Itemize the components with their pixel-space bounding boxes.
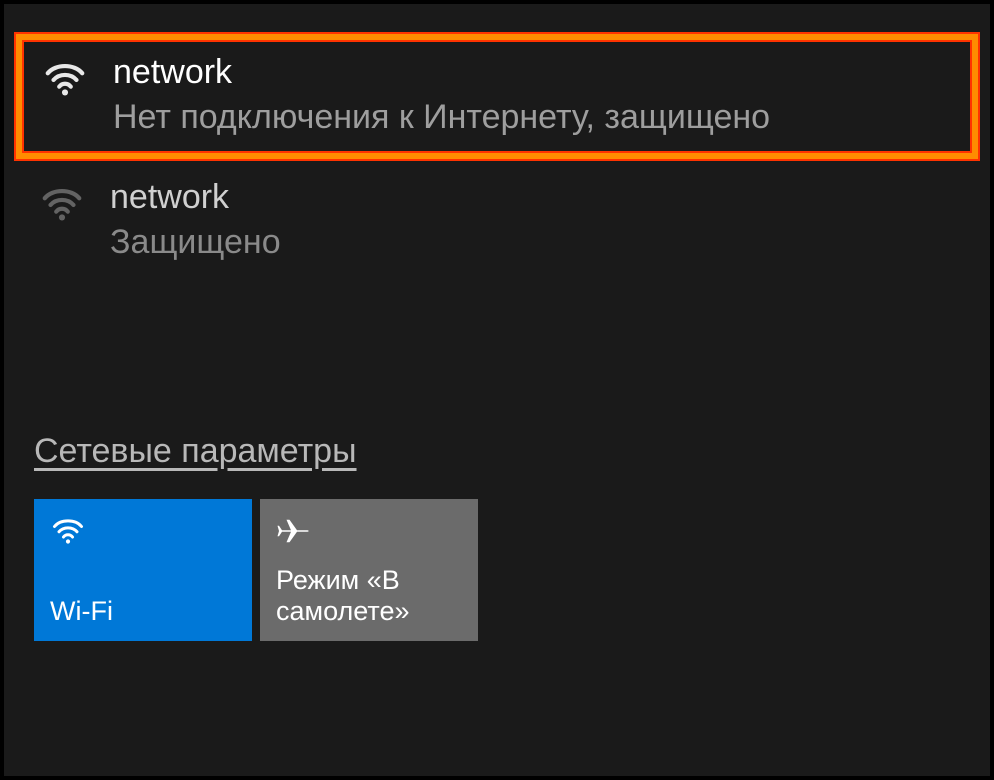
settings-section: Сетевые параметры Wi-Fi — [4, 432, 990, 641]
network-status: Нет подключения к Интернету, защищено — [113, 95, 770, 139]
quick-action-tiles: Wi-Fi Режим «В самолете» — [34, 499, 960, 641]
airplane-icon — [276, 513, 312, 549]
tile-label: Режим «В самолете» — [276, 565, 462, 627]
network-info: network Защищено — [110, 177, 281, 264]
airplane-mode-tile[interactable]: Режим «В самолете» — [260, 499, 478, 641]
network-name: network — [113, 52, 770, 93]
wifi-icon — [42, 56, 88, 102]
network-flyout-panel: network Нет подключения к Интернету, защ… — [0, 0, 994, 780]
wifi-icon — [39, 181, 85, 227]
wifi-icon — [50, 513, 86, 549]
network-status: Защищено — [110, 220, 281, 264]
network-item[interactable]: network Защищено — [4, 159, 990, 282]
wifi-tile[interactable]: Wi-Fi — [34, 499, 252, 641]
spacer — [4, 282, 990, 432]
network-settings-link[interactable]: Сетевые параметры — [34, 432, 357, 471]
tile-label: Wi-Fi — [50, 596, 236, 627]
network-list: network Нет подключения к Интернету, защ… — [4, 34, 990, 282]
network-info: network Нет подключения к Интернету, защ… — [113, 52, 770, 139]
network-name: network — [110, 177, 281, 218]
network-item-selected[interactable]: network Нет подключения к Интернету, защ… — [16, 34, 978, 159]
